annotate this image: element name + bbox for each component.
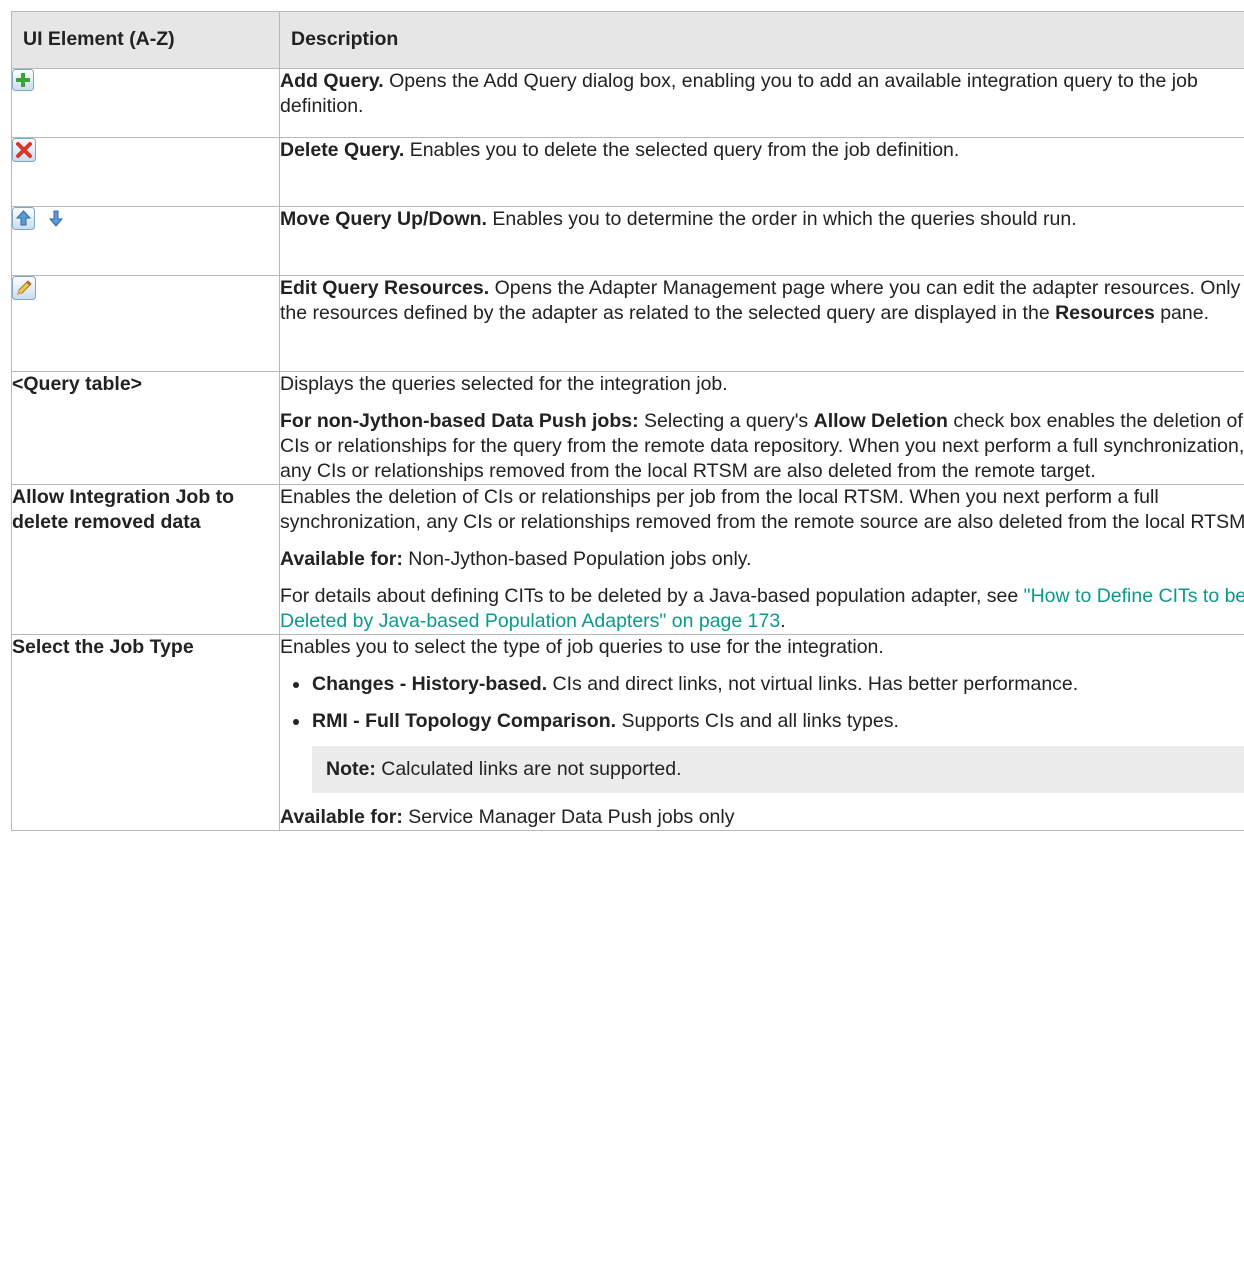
resources-label: Resources: [1055, 302, 1155, 324]
query-table-note: For non-Jython-based Data Push jobs: Sel…: [280, 409, 1244, 484]
pencil-icon: [12, 276, 36, 307]
table-row: Allow Integration Job to delete removed …: [11, 484, 1244, 635]
details-end: .: [780, 610, 786, 632]
option-text: CIs and direct links, not virtual links.…: [547, 673, 1079, 695]
header-ui-element: UI Element (A-Z): [11, 11, 280, 69]
table-row: Delete Query. Enables you to delete the …: [11, 137, 1244, 207]
description-cell: Enables the deletion of CIs or relations…: [279, 484, 1244, 635]
add-query-title: Add Query.: [280, 70, 384, 92]
job-type-availability: Available for: Service Manager Data Push…: [280, 805, 1244, 830]
note-box: Note: Calculated links are not supported…: [312, 746, 1244, 793]
element-cell: [11, 137, 280, 207]
available-for-text: Service Manager Data Push jobs only: [402, 806, 735, 828]
element-cell: [11, 275, 280, 372]
job-type-desc: Enables you to select the type of job qu…: [280, 636, 884, 658]
element-cell: <Query table>: [11, 371, 280, 485]
list-item: RMI - Full Topology Comparison. Supports…: [280, 709, 1244, 734]
available-for-text: Non-Jython-based Population jobs only.: [402, 548, 752, 570]
note-label: Note:: [326, 758, 376, 780]
query-table-note-text: Selecting a query's: [638, 410, 814, 432]
description-cell: Add Query. Opens the Add Query dialog bo…: [279, 68, 1244, 138]
description-cell: Move Query Up/Down. Enables you to deter…: [279, 206, 1244, 276]
description-cell: Delete Query. Enables you to delete the …: [279, 137, 1244, 207]
table-header-row: UI Element (A-Z) Description: [11, 11, 1244, 69]
query-table-note-label: For non-Jython-based Data Push jobs:: [280, 410, 639, 432]
list-item: Changes - History-based. CIs and direct …: [280, 672, 1244, 697]
option-text: Supports CIs and all links types.: [616, 710, 899, 732]
element-cell: Select the Job Type: [11, 634, 280, 831]
available-for-label: Available for:: [280, 548, 403, 570]
plus-icon: [12, 69, 34, 98]
table-row: Select the Job Type Enables you to selec…: [11, 634, 1244, 831]
allow-deletion-label: Allow Deletion: [813, 410, 948, 432]
available-for-label: Available for:: [280, 806, 403, 828]
allow-availability: Available for: Non-Jython-based Populati…: [280, 547, 1244, 572]
element-cell: [11, 206, 280, 276]
details-text: For details about defining CITs to be de…: [280, 585, 1024, 607]
table-row: Edit Query Resources. Opens the Adapter …: [11, 275, 1244, 372]
description-cell: Displays the queries selected for the in…: [279, 371, 1244, 485]
option-title: Changes - History-based.: [312, 673, 548, 695]
table-row: Move Query Up/Down. Enables you to deter…: [11, 206, 1244, 276]
header-description: Description: [279, 11, 1244, 69]
ui-elements-table: UI Element (A-Z) Description Add Query. …: [11, 11, 1244, 831]
description-cell: Enables you to select the type of job qu…: [279, 634, 1244, 831]
element-cell: [11, 68, 280, 138]
bullet-icon: [293, 719, 299, 725]
table-row: <Query table> Displays the queries selec…: [11, 371, 1244, 485]
arrow-down-icon: [46, 207, 66, 237]
add-query-text: Opens the Add Query dialog box, enabling…: [280, 70, 1198, 117]
edit-query-title: Edit Query Resources.: [280, 277, 490, 299]
bullet-icon: [293, 682, 299, 688]
red-x-icon: [12, 138, 36, 169]
option-title: RMI - Full Topology Comparison.: [312, 710, 617, 732]
move-query-title: Move Query Up/Down.: [280, 208, 487, 230]
allow-details: For details about defining CITs to be de…: [280, 584, 1244, 634]
table-row: Add Query. Opens the Add Query dialog bo…: [11, 68, 1244, 138]
allow-desc: Enables the deletion of CIs or relations…: [280, 486, 1244, 533]
job-type-options: Changes - History-based. CIs and direct …: [280, 672, 1244, 734]
delete-query-title: Delete Query.: [280, 139, 405, 161]
move-query-text: Enables you to determine the order in wh…: [486, 208, 1077, 230]
description-cell: Edit Query Resources. Opens the Adapter …: [279, 275, 1244, 372]
note-text: Calculated links are not supported.: [375, 758, 682, 780]
query-table-desc: Displays the queries selected for the in…: [280, 373, 728, 395]
element-cell: Allow Integration Job to delete removed …: [11, 484, 280, 635]
arrow-up-icon: [12, 207, 35, 237]
delete-query-text: Enables you to delete the selected query…: [404, 139, 960, 161]
edit-query-text-end: pane.: [1154, 302, 1210, 324]
